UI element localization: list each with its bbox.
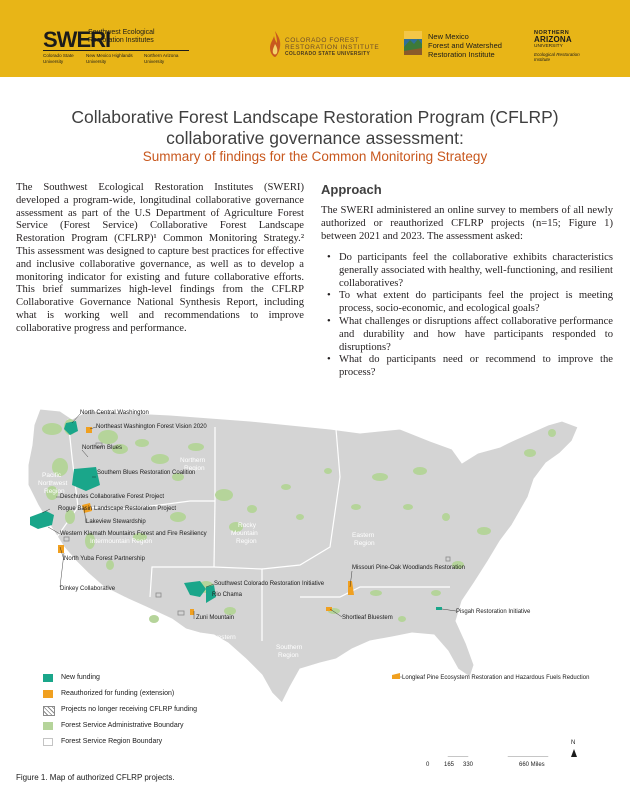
legend-label: Forest Service Region Boundary [61, 738, 163, 745]
scale-tick-3: 660 Miles [519, 762, 545, 768]
question-list: Do participants feel the collaborative e… [321, 252, 613, 380]
intro-paragraph: The Southwest Ecological Restoration Ins… [16, 182, 304, 334]
header-banner: SWERI Southwest Ecological Restoration I… [0, 0, 630, 77]
region-label-intermountain: Intermountain Region [90, 538, 153, 545]
page-title: Collaborative Forest Landscape Restorati… [0, 107, 630, 149]
legend-swatch-admin [43, 722, 53, 730]
title-line-1: Collaborative Forest Landscape Restorati… [71, 107, 559, 127]
legend-label: Projects no longer receiving CFLRP fundi… [61, 706, 198, 713]
legend-label: Reauthorized for funding (extension) [61, 690, 175, 697]
nm-line-2: Forest and Watershed [428, 41, 502, 50]
legend-swatch-reauthorized [43, 690, 53, 698]
cflrp-map: Northern Region Pacific Northwest Region In… [27, 408, 589, 757]
label-longleaf-pine: Longleaf Pine Ecosystem Restoration and … [402, 675, 589, 681]
legend-label: Forest Service Administrative Boundary [61, 722, 184, 729]
mountain-landscape-icon [404, 31, 422, 55]
label-missouri-pine-oak: Missouri Pine-Oak Woodlands Restoration [352, 565, 465, 571]
page-subtitle: Summary of findings for the Common Monit… [142, 149, 488, 164]
scale-tick-0: 0 [426, 762, 430, 768]
approach-paragraph: The SWERI administered an online survey … [321, 205, 613, 242]
figure-caption: Figure 1. Map of authorized CFLRP projec… [16, 773, 175, 782]
region-label-psw: Pacific Southwest Region [66, 594, 97, 617]
nau-line-4: Ecological Restoration Institute [534, 51, 580, 62]
sweri-university-nmhu: New Mexico Highlands University [86, 53, 133, 64]
sweri-university-nau: Northern Arizona University [144, 53, 179, 64]
sweri-name: Southwest Ecological Restoration Institu… [88, 29, 155, 44]
nau-line-2: ARIZONA [534, 35, 572, 44]
nau-logo: NORTHERN ARIZONA UNIVERSITY Ecological R… [534, 30, 582, 62]
nmfwri-logo-text: New Mexico Forest and Watershed Restorat… [428, 32, 502, 59]
label-southern-blues: Southern Blues Restoration Coalition [97, 470, 195, 476]
flame-icon [270, 31, 281, 57]
scale-tick-2: 330 [463, 762, 474, 768]
nm-line-1: New Mexico [428, 32, 469, 41]
nm-line-3: Restoration Institute [428, 50, 495, 59]
list-item: What challenges or disruptions affect co… [321, 316, 613, 354]
list-item: Do participants feel the collaborative e… [321, 252, 613, 290]
cfri-line-3: COLORADO STATE UNIVERSITY [285, 51, 371, 57]
legend-label: New funding [61, 674, 100, 681]
list-item: What do participants need or recommend t… [321, 354, 613, 380]
title-line-2: collaborative governance assessment: [166, 128, 464, 148]
approach-heading: Approach [321, 182, 382, 197]
label-western-klamath: Western Klamath Mountains Forest and Fir… [60, 531, 207, 537]
cfri-line-1: COLORADO FOREST [285, 37, 360, 44]
north-label: N [571, 740, 575, 746]
region-label-eastern: Eastern Region [352, 532, 375, 547]
divider [43, 50, 189, 51]
cfri-logo-text: COLORADO FOREST RESTORATION INSTITUTE CO… [285, 37, 379, 58]
cfri-line-2: RESTORATION INSTITUTE [285, 44, 380, 51]
label-northern-blues: Northern Blues [82, 445, 122, 451]
legend-swatch-region [43, 738, 53, 746]
north-arrow-icon: N [571, 740, 577, 757]
scale-tick-1: 165 [444, 762, 455, 768]
label-north-yuba: North Yuba Forest Partnership [64, 556, 146, 562]
label-dinkey: Dinkey Collaborative [60, 586, 116, 592]
label-sw-colorado: Southwest Colorado Restoration Initiativ… [214, 581, 325, 587]
legend-swatch-new [43, 674, 53, 682]
label-rogue-basin: Rogue Basin Landscape Restoration Projec… [58, 506, 176, 512]
label-deschutes: Deschutes Collaborative Forest Project [60, 494, 164, 500]
label-northeast-washington: Northeast Washington Forest Vision 2020 [96, 424, 207, 430]
label-pisgah: Pisgah Restoration Initiative [456, 609, 531, 615]
label-rio-chama: Rio Chama [212, 592, 243, 598]
sweri-university-csu: Colorado State University [43, 53, 74, 64]
label-zuni-mountain: Zuni Mountain [196, 615, 234, 621]
list-item: To what extent do participants feel the … [321, 290, 613, 316]
label-shortleaf-bluestem: Shortleaf Bluestem [342, 615, 393, 621]
legend-swatch-no-longer [43, 706, 55, 716]
label-north-central-washington: North Central Washington [80, 410, 149, 416]
label-lakeview: Lakeview Stewardship [86, 519, 146, 525]
nau-line-3: UNIVERSITY [534, 44, 563, 49]
